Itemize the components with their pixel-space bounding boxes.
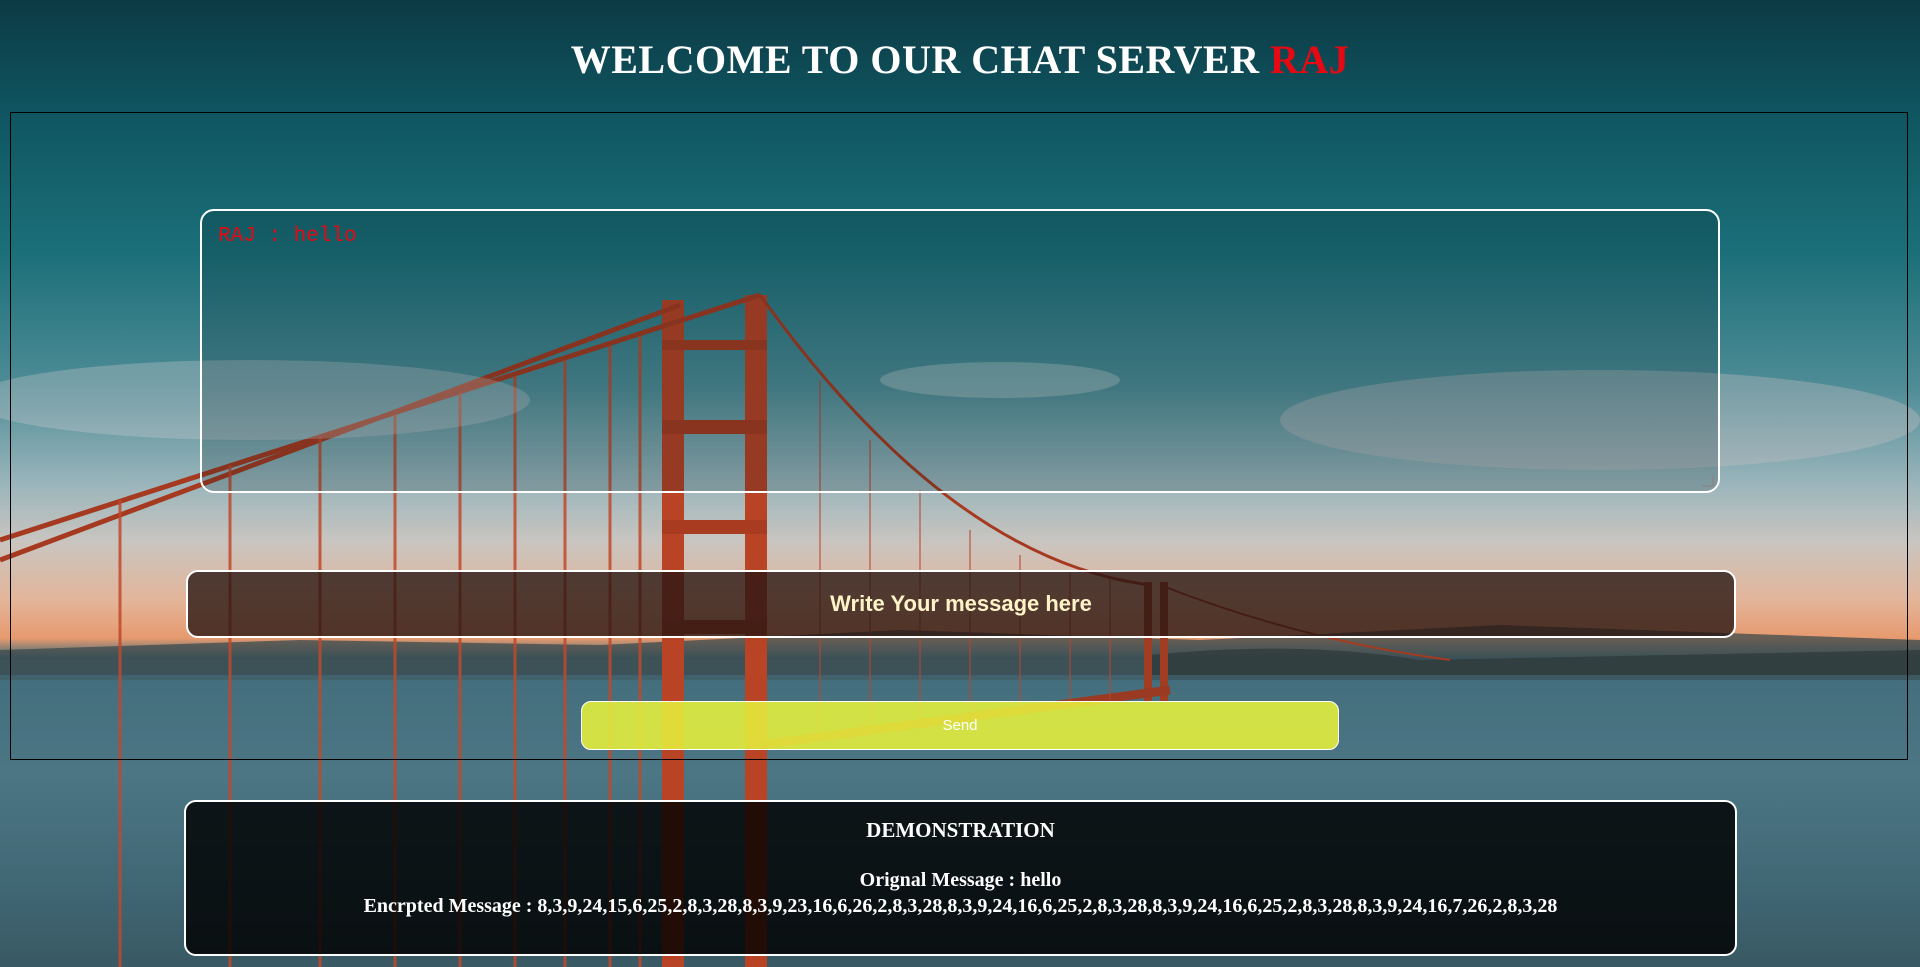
- demonstration-title: DEMONSTRATION: [866, 818, 1055, 842]
- encrypted-message-value: 8,3,9,24,15,6,25,2,8,3,28,8,3,9,23,16,6,…: [537, 895, 1558, 917]
- original-message-value: hello: [1020, 869, 1062, 891]
- message-input[interactable]: [186, 570, 1736, 638]
- send-button[interactable]: Send: [581, 701, 1339, 750]
- original-message-line: Orignal Message : hello: [186, 867, 1735, 893]
- demonstration-panel: DEMONSTRATION Orignal Message : hello En…: [184, 800, 1737, 956]
- username: RAJ: [1269, 37, 1350, 82]
- original-message-label: Orignal Message :: [859, 869, 1016, 891]
- title-text: WELCOME TO OUR CHAT SERVER: [570, 37, 1260, 82]
- page-title: WELCOME TO OUR CHAT SERVER RAJ: [0, 36, 1920, 83]
- chat-message: RAJ : hello: [218, 225, 357, 248]
- encrypted-message-line: Encrpted Message : 8,3,9,24,15,6,25,2,8,…: [186, 893, 1735, 919]
- resize-handle-icon[interactable]: [1702, 475, 1714, 487]
- chat-log[interactable]: RAJ : hello: [200, 209, 1720, 493]
- encrypted-message-label: Encrpted Message :: [363, 895, 533, 917]
